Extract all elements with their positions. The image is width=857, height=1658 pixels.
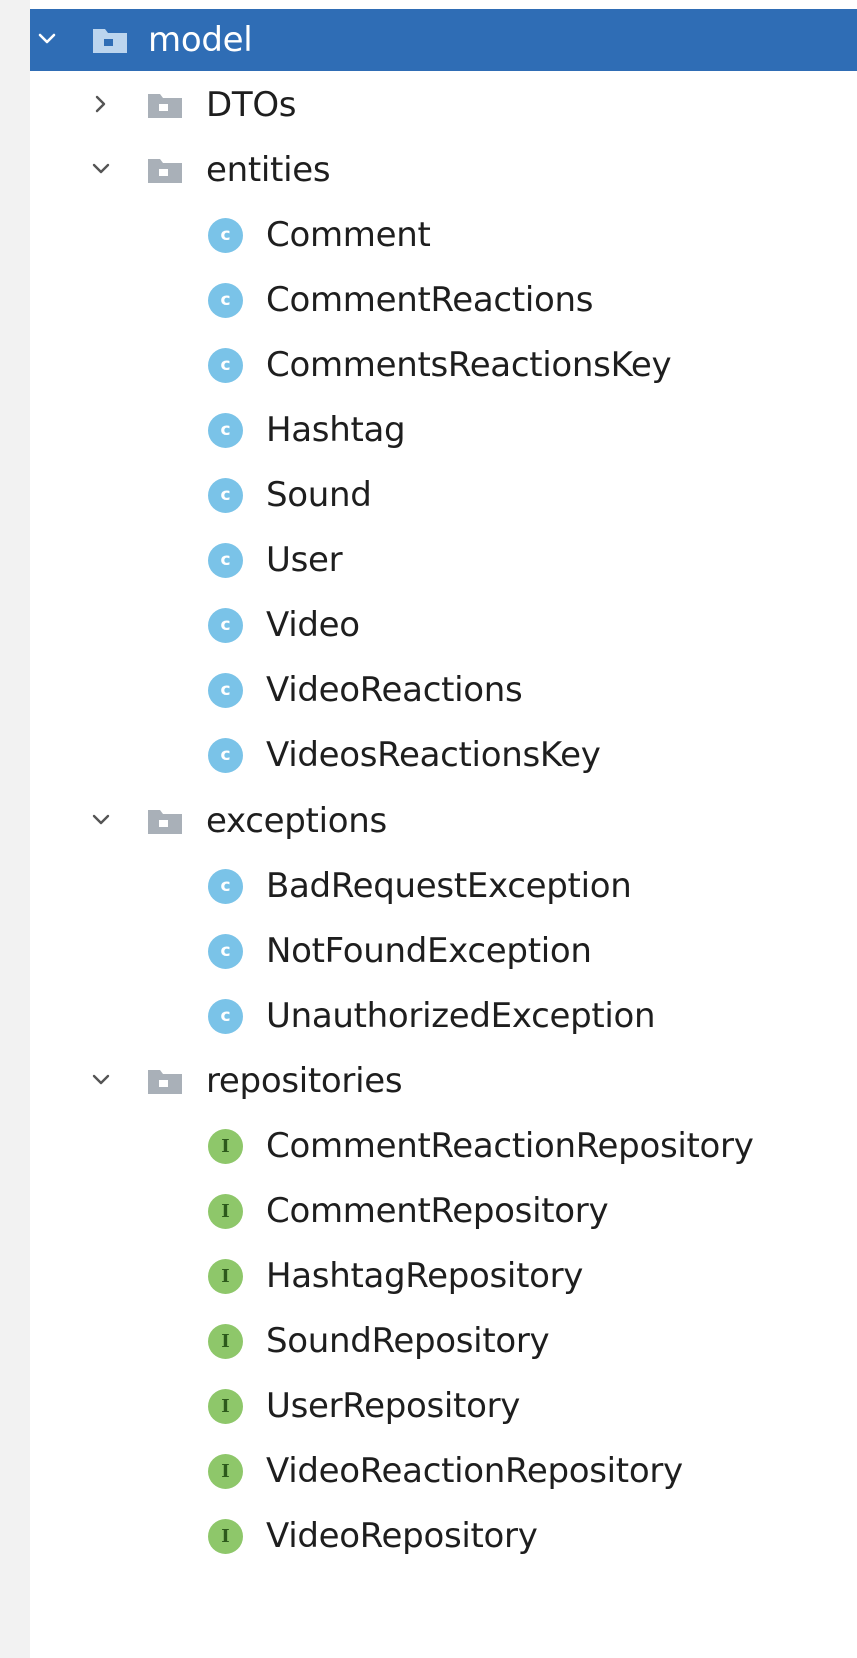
interface-icon: I <box>208 1519 243 1554</box>
tree-node-class[interactable]: c VideoReactions <box>30 659 857 721</box>
tree-node-label: User <box>266 540 343 580</box>
class-icon: c <box>208 999 243 1034</box>
tree-node-interface[interactable]: I CommentReactionRepository <box>30 1115 857 1177</box>
class-icon: c <box>208 673 243 708</box>
folder-icon <box>147 156 183 184</box>
tree-node-label: HashtagRepository <box>266 1256 584 1296</box>
tree-node-class[interactable]: c Hashtag <box>30 399 857 461</box>
tree-node-class[interactable]: c CommentsReactionsKey <box>30 334 857 396</box>
tree-node-class[interactable]: c User <box>30 529 857 591</box>
tree-node-label: DTOs <box>206 85 297 125</box>
class-icon: c <box>208 348 243 383</box>
tree-node-label: Comment <box>266 215 431 255</box>
class-icon: c <box>208 543 243 578</box>
tree-node-label: VideoReactionRepository <box>266 1451 683 1491</box>
tree-node-class[interactable]: c UnauthorizedException <box>30 985 857 1047</box>
tree-node-entities[interactable]: entities <box>30 139 857 201</box>
tree-node-label: VideosReactionsKey <box>266 735 601 775</box>
tree-node-class[interactable]: c Comment <box>30 204 857 266</box>
tree-node-label: UnauthorizedException <box>266 996 656 1036</box>
chevron-right-icon[interactable] <box>90 93 112 115</box>
tree-node-class[interactable]: c NotFoundException <box>30 920 857 982</box>
tree-node-label: model <box>148 20 253 60</box>
interface-icon: I <box>208 1129 243 1164</box>
tree-node-label: Video <box>266 605 360 645</box>
tree-node-class[interactable]: c Video <box>30 594 857 656</box>
tree-node-label: UserRepository <box>266 1386 521 1426</box>
project-tree: model DTOs entities c Comment c CommentR… <box>30 0 857 1658</box>
class-icon: c <box>208 218 243 253</box>
tree-node-repositories[interactable]: repositories <box>30 1050 857 1112</box>
tree-node-class[interactable]: c Sound <box>30 464 857 526</box>
interface-icon: I <box>208 1389 243 1424</box>
chevron-down-icon[interactable] <box>90 158 112 180</box>
tree-node-class[interactable]: c CommentReactions <box>30 269 857 331</box>
tree-node-label: BadRequestException <box>266 866 632 906</box>
tree-node-label: entities <box>206 150 331 190</box>
tree-node-interface[interactable]: I VideoRepository <box>30 1505 857 1567</box>
class-icon: c <box>208 478 243 513</box>
class-icon: c <box>208 869 243 904</box>
class-icon: c <box>208 413 243 448</box>
tree-node-dtos[interactable]: DTOs <box>30 74 857 136</box>
interface-icon: I <box>208 1259 243 1294</box>
tree-node-label: CommentsReactionsKey <box>266 345 672 385</box>
tree-node-interface[interactable]: I VideoReactionRepository <box>30 1440 857 1502</box>
folder-icon <box>147 91 183 119</box>
tree-node-label: CommentRepository <box>266 1191 609 1231</box>
interface-icon: I <box>208 1324 243 1359</box>
interface-icon: I <box>208 1454 243 1489</box>
tree-node-interface[interactable]: I UserRepository <box>30 1375 857 1437</box>
class-icon: c <box>208 283 243 318</box>
tree-node-label: NotFoundException <box>266 931 592 971</box>
class-icon: c <box>208 934 243 969</box>
tree-node-interface[interactable]: I SoundRepository <box>30 1310 857 1372</box>
folder-icon <box>147 807 183 835</box>
tree-node-class[interactable]: c BadRequestException <box>30 855 857 917</box>
tree-node-model[interactable]: model <box>30 9 857 71</box>
tree-node-label: Hashtag <box>266 410 406 450</box>
tree-node-label: repositories <box>206 1061 403 1101</box>
tree-node-label: SoundRepository <box>266 1321 550 1361</box>
class-icon: c <box>208 738 243 773</box>
chevron-down-icon[interactable] <box>36 28 58 50</box>
tree-node-interface[interactable]: I CommentRepository <box>30 1180 857 1242</box>
class-icon: c <box>208 608 243 643</box>
folder-icon <box>92 26 128 54</box>
chevron-down-icon[interactable] <box>90 1069 112 1091</box>
tree-node-label: Sound <box>266 475 372 515</box>
tree-node-label: VideoReactions <box>266 670 523 710</box>
tree-node-label: VideoRepository <box>266 1516 538 1556</box>
tree-node-class[interactable]: c VideosReactionsKey <box>30 724 857 786</box>
tree-node-label: CommentReactions <box>266 280 594 320</box>
tree-node-label: exceptions <box>206 801 387 841</box>
tree-node-label: CommentReactionRepository <box>266 1126 754 1166</box>
tree-node-interface[interactable]: I HashtagRepository <box>30 1245 857 1307</box>
tree-node-exceptions[interactable]: exceptions <box>30 790 857 852</box>
interface-icon: I <box>208 1194 243 1229</box>
chevron-down-icon[interactable] <box>90 809 112 831</box>
folder-icon <box>147 1067 183 1095</box>
